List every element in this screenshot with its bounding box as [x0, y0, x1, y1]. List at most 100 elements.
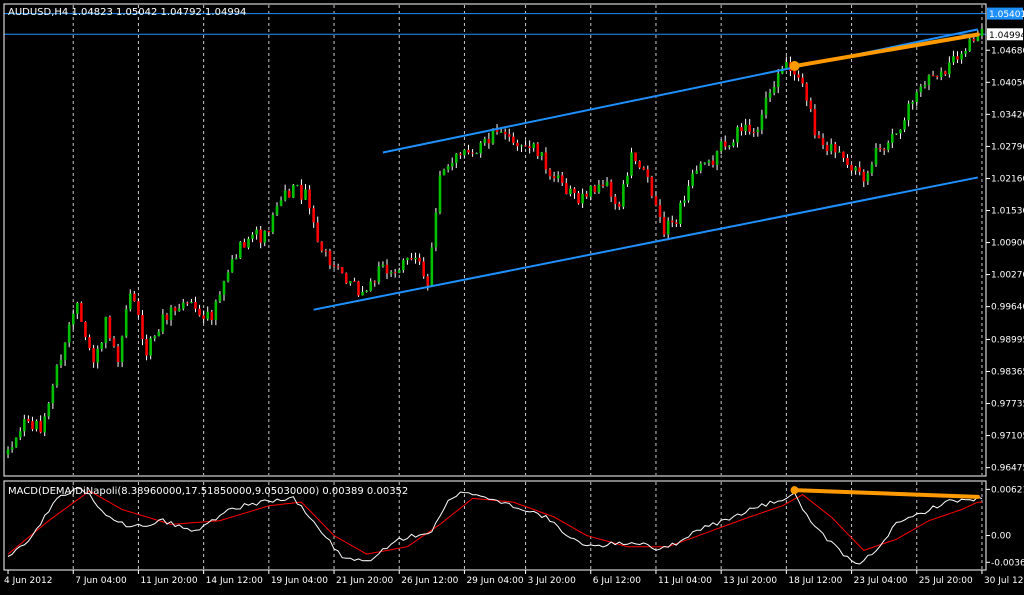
- candle-body: [642, 167, 646, 170]
- candle-body: [711, 160, 715, 165]
- candle-body: [524, 145, 527, 147]
- annotation-marker[interactable]: [790, 486, 799, 495]
- candle-body: [186, 302, 189, 304]
- mt4-chart-window[interactable]: 1.05401 1.04994 1.04680 1.04050 1.03420 1.027…: [0, 0, 1024, 591]
- candle-body: [805, 83, 809, 101]
- candle-body: [801, 77, 804, 84]
- candle-body: [503, 131, 507, 135]
- candle-body: [381, 264, 385, 267]
- candle-body: [748, 124, 751, 132]
- candle-body: [275, 205, 279, 215]
- candle-body: [972, 39, 976, 41]
- annotation-marker[interactable]: [789, 61, 800, 72]
- candle-body: [84, 321, 87, 338]
- candle-body: [402, 260, 405, 270]
- candle-body: [198, 308, 201, 316]
- time-tick-label: 21 Jun 20:00: [336, 576, 393, 586]
- candle-body: [410, 258, 413, 260]
- candle-body: [10, 447, 14, 450]
- candle-body: [919, 86, 923, 93]
- price-axis: 1.05401 1.04994 1.04680 1.04050 1.03420 1.027…: [986, 7, 1024, 474]
- candle-body: [903, 120, 906, 130]
- candle-body: [137, 301, 140, 316]
- candle-body: [202, 315, 205, 319]
- candle-body: [377, 266, 381, 283]
- candle-body: [911, 101, 914, 104]
- indicator-label: MACD(DEMA)DiNapoli(8.38960000,17.5185000…: [8, 486, 408, 497]
- candle-body: [426, 276, 430, 286]
- candle-body: [296, 184, 299, 186]
- candle-body: [487, 138, 491, 144]
- candle-body: [283, 190, 287, 201]
- candle-body: [764, 97, 768, 115]
- candle-body: [389, 272, 393, 274]
- candle-body: [581, 193, 584, 204]
- candle-body: [532, 143, 536, 149]
- chart-canvas[interactable]: 1.05401 1.04994 1.04680 1.04050 1.03420 1.027…: [0, 0, 1024, 591]
- time-tick-label: 11 Jun 20:00: [140, 576, 197, 586]
- candle-body: [349, 281, 352, 284]
- candle-body: [744, 124, 747, 132]
- candle-body: [573, 188, 576, 194]
- candle-body: [516, 142, 519, 147]
- candle-body: [67, 324, 71, 343]
- candle-body: [442, 169, 446, 176]
- price-tag-label: 1.05401: [989, 10, 1024, 20]
- candle-body: [723, 141, 727, 147]
- candle-body: [475, 153, 478, 155]
- price-tick-label: 1.04050: [991, 78, 1024, 88]
- candle-body: [190, 301, 193, 303]
- candle-body: [308, 189, 311, 209]
- candle-body: [842, 151, 845, 158]
- candle-body: [923, 84, 927, 87]
- time-tick-label: 30 Jul 12:00: [984, 576, 1024, 586]
- candle-body: [128, 293, 132, 310]
- candle-body: [6, 449, 10, 455]
- candle-body: [548, 169, 552, 177]
- candle-body: [483, 138, 487, 143]
- candle-body: [895, 133, 898, 135]
- symbol-ohlc-label: AUDUSD,H4 1.04823 1.05042 1.04792 1.0499…: [8, 7, 246, 18]
- candle-body: [39, 420, 42, 433]
- candle-body: [365, 290, 368, 292]
- candle-body: [699, 163, 703, 171]
- candle-body: [874, 147, 878, 165]
- candle-body: [964, 51, 967, 54]
- candle-body: [585, 193, 588, 197]
- candle-body: [569, 188, 572, 194]
- candle-body: [332, 265, 336, 267]
- candle-body: [181, 302, 185, 309]
- candle-body: [691, 173, 694, 186]
- macd-tick-label: 0.00: [991, 532, 1011, 542]
- candle-body: [336, 266, 340, 268]
- candle-body: [577, 193, 580, 204]
- candle-body: [736, 127, 739, 143]
- candle-body: [47, 403, 51, 417]
- candle-body: [27, 419, 30, 422]
- candle-body: [459, 153, 462, 156]
- candle-body: [544, 152, 548, 170]
- candle-body: [952, 56, 955, 63]
- candle-body: [320, 241, 324, 251]
- candle-body: [300, 184, 303, 200]
- candle-body: [821, 138, 825, 145]
- candle-body: [605, 181, 609, 187]
- time-tick-label: 23 Jul 04:00: [854, 576, 908, 586]
- candle-body: [809, 100, 813, 109]
- candle-body: [406, 258, 409, 261]
- candle-body: [654, 196, 658, 206]
- candle-body: [353, 281, 356, 283]
- price-tag-label: 1.04994: [989, 31, 1024, 41]
- candle-body: [76, 302, 79, 314]
- candle-body: [943, 71, 947, 75]
- candle-body: [976, 35, 980, 41]
- candle-body: [613, 196, 617, 204]
- candle-body: [169, 307, 173, 320]
- candle-body: [609, 181, 613, 197]
- candle-body: [752, 131, 756, 133]
- candle-body: [797, 74, 800, 78]
- candle-body: [450, 162, 454, 167]
- candle-body: [434, 212, 438, 248]
- price-tick-label: 1.02790: [991, 142, 1024, 152]
- candle-body: [173, 307, 177, 311]
